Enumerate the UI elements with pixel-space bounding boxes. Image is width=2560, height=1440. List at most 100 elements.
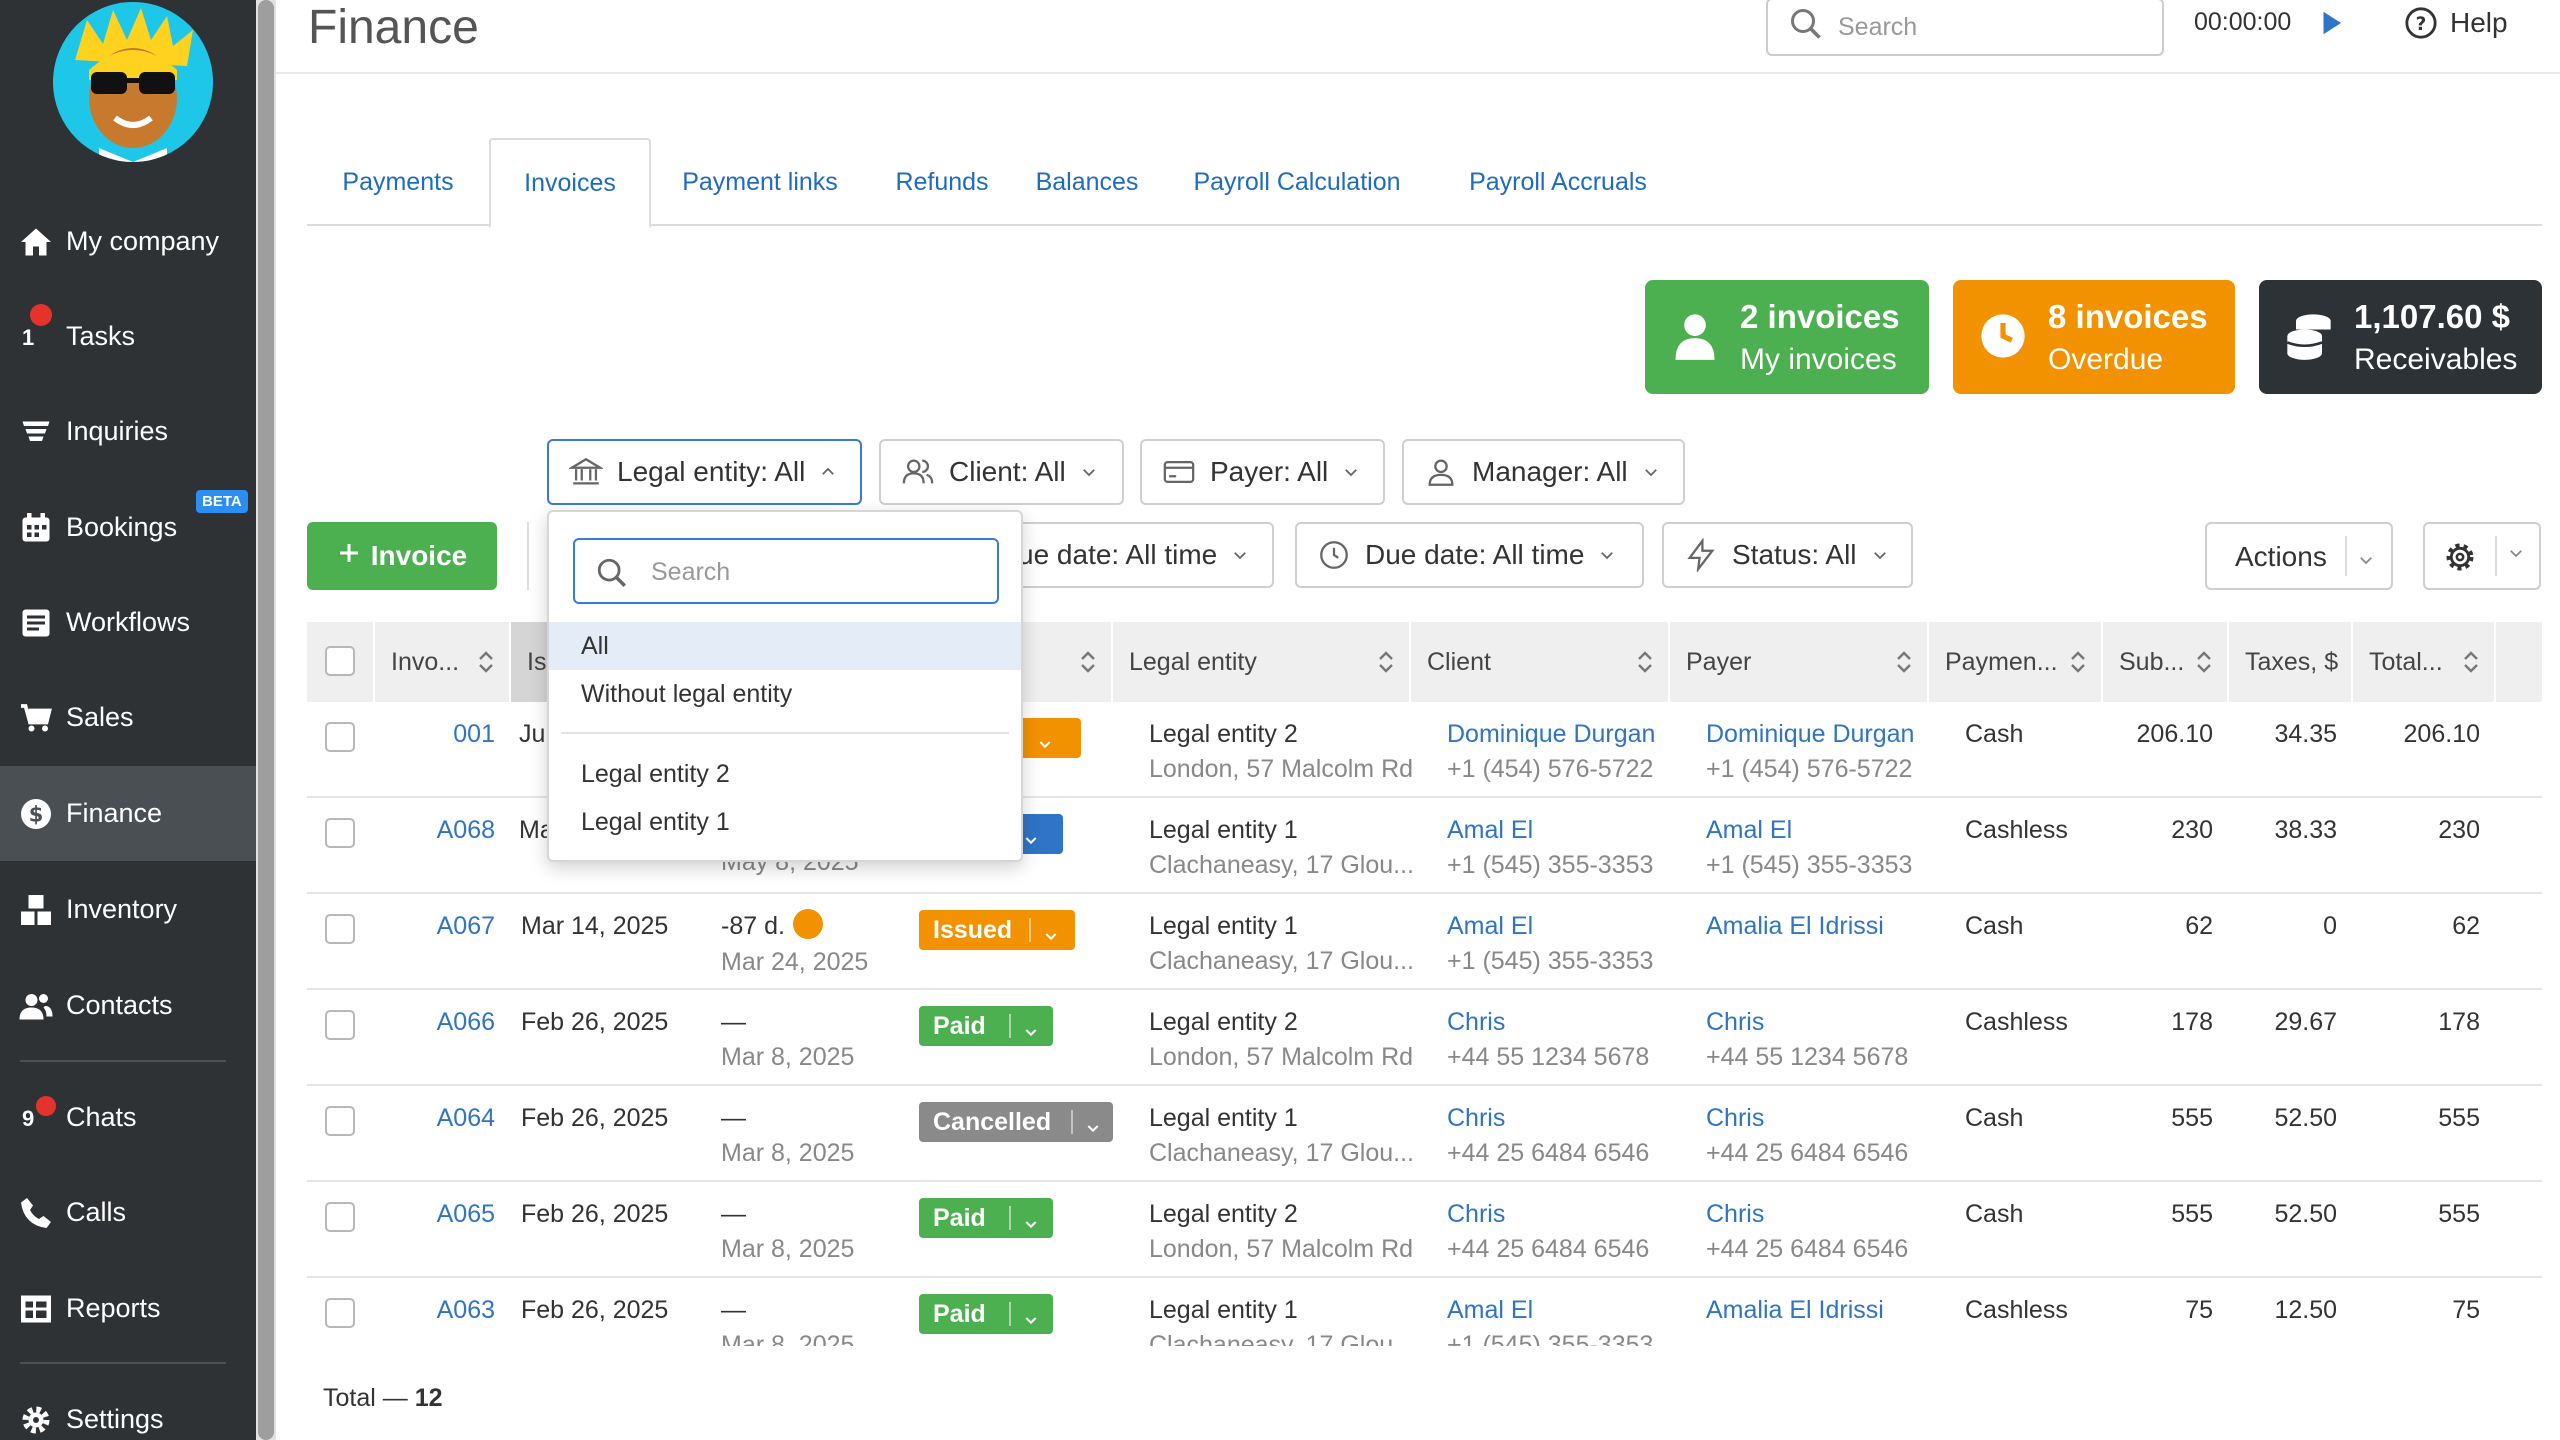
client-link[interactable]: Amal El — [1447, 1296, 1533, 1324]
sidebar-item-sales[interactable]: Sales — [0, 670, 256, 765]
sort-icon[interactable] — [2462, 650, 2480, 681]
tab-payment-links[interactable]: Payment links — [651, 138, 869, 226]
dropdown-option-all[interactable]: All — [549, 622, 1021, 670]
invoice-number-link[interactable]: A068 — [375, 816, 495, 845]
sidebar-item-finance[interactable]: $ Finance — [0, 766, 256, 861]
sidebar-item-inquiries[interactable]: Inquiries — [0, 384, 256, 479]
payer-link[interactable]: Chris — [1706, 1200, 1764, 1228]
tab-invoices[interactable]: Invoices — [489, 138, 651, 228]
sidebar-item-my-company[interactable]: My company — [0, 194, 256, 289]
tab-payments[interactable]: Payments — [307, 138, 489, 226]
row-checkbox[interactable] — [325, 1298, 355, 1328]
table-row[interactable]: A066 Feb 26, 2025 — Mar 8, 2025 Paid Lega… — [307, 990, 2542, 1086]
sidebar-scrollbar[interactable] — [256, 0, 276, 1440]
tab-balances[interactable]: Balances — [1015, 138, 1159, 226]
payer-link[interactable]: Amalia El Idrissi — [1706, 1296, 1884, 1324]
sidebar-item-calls[interactable]: Calls — [0, 1165, 256, 1260]
legal-entity-filter[interactable]: Legal entity: All — [547, 439, 862, 505]
status-badge[interactable]: Paid — [919, 1294, 1053, 1334]
invoice-number-link[interactable]: A063 — [375, 1296, 495, 1325]
col-client[interactable]: Client — [1411, 622, 1670, 702]
sidebar-item-settings[interactable]: Settings — [0, 1372, 256, 1440]
sidebar-item-contacts[interactable]: Contacts — [0, 958, 256, 1053]
sort-icon[interactable] — [477, 650, 495, 681]
status-filter[interactable]: Status: All — [1662, 522, 1913, 588]
sort-icon[interactable] — [2195, 650, 2213, 681]
row-checkbox[interactable] — [325, 1202, 355, 1232]
manager-filter[interactable]: Manager: All — [1402, 439, 1685, 505]
tab-payroll-accruals[interactable]: Payroll Accruals — [1435, 138, 1681, 226]
row-checkbox[interactable] — [325, 1010, 355, 1040]
sort-icon[interactable] — [1636, 650, 1654, 681]
table-settings-button[interactable] — [2423, 522, 2541, 590]
sort-icon[interactable] — [1079, 650, 1097, 681]
client-link[interactable]: Chris — [1447, 1104, 1505, 1132]
row-checkbox[interactable] — [325, 1106, 355, 1136]
search-input[interactable] — [1838, 8, 2148, 46]
status-badge[interactable]: Issued — [919, 910, 1075, 950]
invoice-number-link[interactable]: A066 — [375, 1008, 495, 1037]
help-button[interactable]: ? Help — [2404, 6, 2508, 40]
row-checkbox[interactable] — [325, 914, 355, 944]
col-invoice-number[interactable]: Invo... — [375, 622, 511, 702]
my-invoices-card[interactable]: 2 invoices My invoices — [1645, 280, 1929, 394]
payer-link[interactable]: Amal El — [1706, 816, 1792, 844]
dropdown-search[interactable] — [573, 538, 999, 604]
global-search[interactable] — [1766, 0, 2164, 56]
table-row[interactable]: A067 Mar 14, 2025 -87 d. Mar 24, 2025 Iss… — [307, 894, 2542, 990]
overdue-card[interactable]: 8 invoices Overdue — [1953, 280, 2235, 394]
col-payment-method[interactable]: Paymen... — [1929, 622, 2103, 702]
status-badge[interactable]: Cancelled — [919, 1102, 1113, 1142]
col-legal-entity[interactable]: Legal entity — [1113, 622, 1411, 702]
avatar[interactable] — [53, 2, 213, 162]
col-total[interactable]: Total... — [2353, 622, 2496, 702]
client-link[interactable]: Amal El — [1447, 816, 1533, 844]
payer-filter[interactable]: Payer: All — [1140, 439, 1385, 505]
sidebar-item-chats[interactable]: 9 Chats — [0, 1070, 256, 1165]
invoice-number-link[interactable]: A065 — [375, 1200, 495, 1229]
client-link[interactable]: Chris — [1447, 1008, 1505, 1036]
col-subtotal[interactable]: Sub... — [2103, 622, 2229, 702]
invoice-number-link[interactable]: A064 — [375, 1104, 495, 1133]
sidebar-item-inventory[interactable]: Inventory — [0, 862, 256, 957]
col-taxes[interactable]: Taxes, $ — [2229, 622, 2353, 702]
invoice-number-link[interactable]: A067 — [375, 912, 495, 941]
payer-link[interactable]: Dominique Durgan — [1706, 720, 1914, 748]
sidebar-item-reports[interactable]: Reports — [0, 1261, 256, 1356]
issue-date-filter[interactable]: ue date: All time — [990, 522, 1274, 588]
client-link[interactable]: Dominique Durgan — [1447, 720, 1655, 748]
table-row[interactable]: A064 Feb 26, 2025 — Mar 8, 2025 Cancelled… — [307, 1086, 2542, 1182]
sort-icon[interactable] — [1377, 650, 1395, 681]
actions-button[interactable]: Actions — [2205, 522, 2393, 590]
tab-refunds[interactable]: Refunds — [869, 138, 1015, 226]
status-badge[interactable]: Paid — [919, 1198, 1053, 1238]
row-checkbox[interactable] — [325, 818, 355, 848]
select-all-checkbox[interactable] — [325, 646, 355, 676]
dropdown-search-input[interactable] — [651, 554, 981, 590]
tab-payroll-calculation[interactable]: Payroll Calculation — [1159, 138, 1435, 226]
invoice-number-link[interactable]: 001 — [375, 720, 495, 749]
dropdown-option-legal-entity-2[interactable]: Legal entity 2 — [549, 750, 1021, 798]
table-row[interactable]: A063 Feb 26, 2025 — Mar 8, 2025 Paid Lega… — [307, 1278, 2542, 1346]
payer-link[interactable]: Amalia El Idrissi — [1706, 912, 1884, 940]
client-link[interactable]: Chris — [1447, 1200, 1505, 1228]
payer-link[interactable]: Chris — [1706, 1008, 1764, 1036]
play-icon[interactable] — [2316, 8, 2346, 43]
dropdown-option-without-entity[interactable]: Without legal entity — [549, 670, 1021, 718]
sidebar-item-tasks[interactable]: 1 Tasks — [0, 289, 256, 384]
scrollbar-thumb[interactable] — [258, 0, 274, 1440]
due-date-filter[interactable]: Due date: All time — [1295, 522, 1644, 588]
client-filter[interactable]: Client: All — [879, 439, 1124, 505]
table-row[interactable]: A065 Feb 26, 2025 — Mar 8, 2025 Paid Lega… — [307, 1182, 2542, 1278]
dropdown-option-legal-entity-1[interactable]: Legal entity 1 — [549, 798, 1021, 846]
col-payer[interactable]: Payer — [1670, 622, 1929, 702]
status-badge[interactable]: Paid — [919, 1006, 1053, 1046]
client-link[interactable]: Amal El — [1447, 912, 1533, 940]
add-invoice-button[interactable]: Invoice — [307, 522, 497, 590]
receivables-card[interactable]: 1,107.60 $ Receivables — [2259, 280, 2542, 394]
sort-icon[interactable] — [1895, 650, 1913, 681]
status-badge[interactable] — [1015, 718, 1081, 758]
sort-icon[interactable] — [2069, 650, 2087, 681]
sidebar-item-workflows[interactable]: Workflows — [0, 575, 256, 670]
payer-link[interactable]: Chris — [1706, 1104, 1764, 1132]
